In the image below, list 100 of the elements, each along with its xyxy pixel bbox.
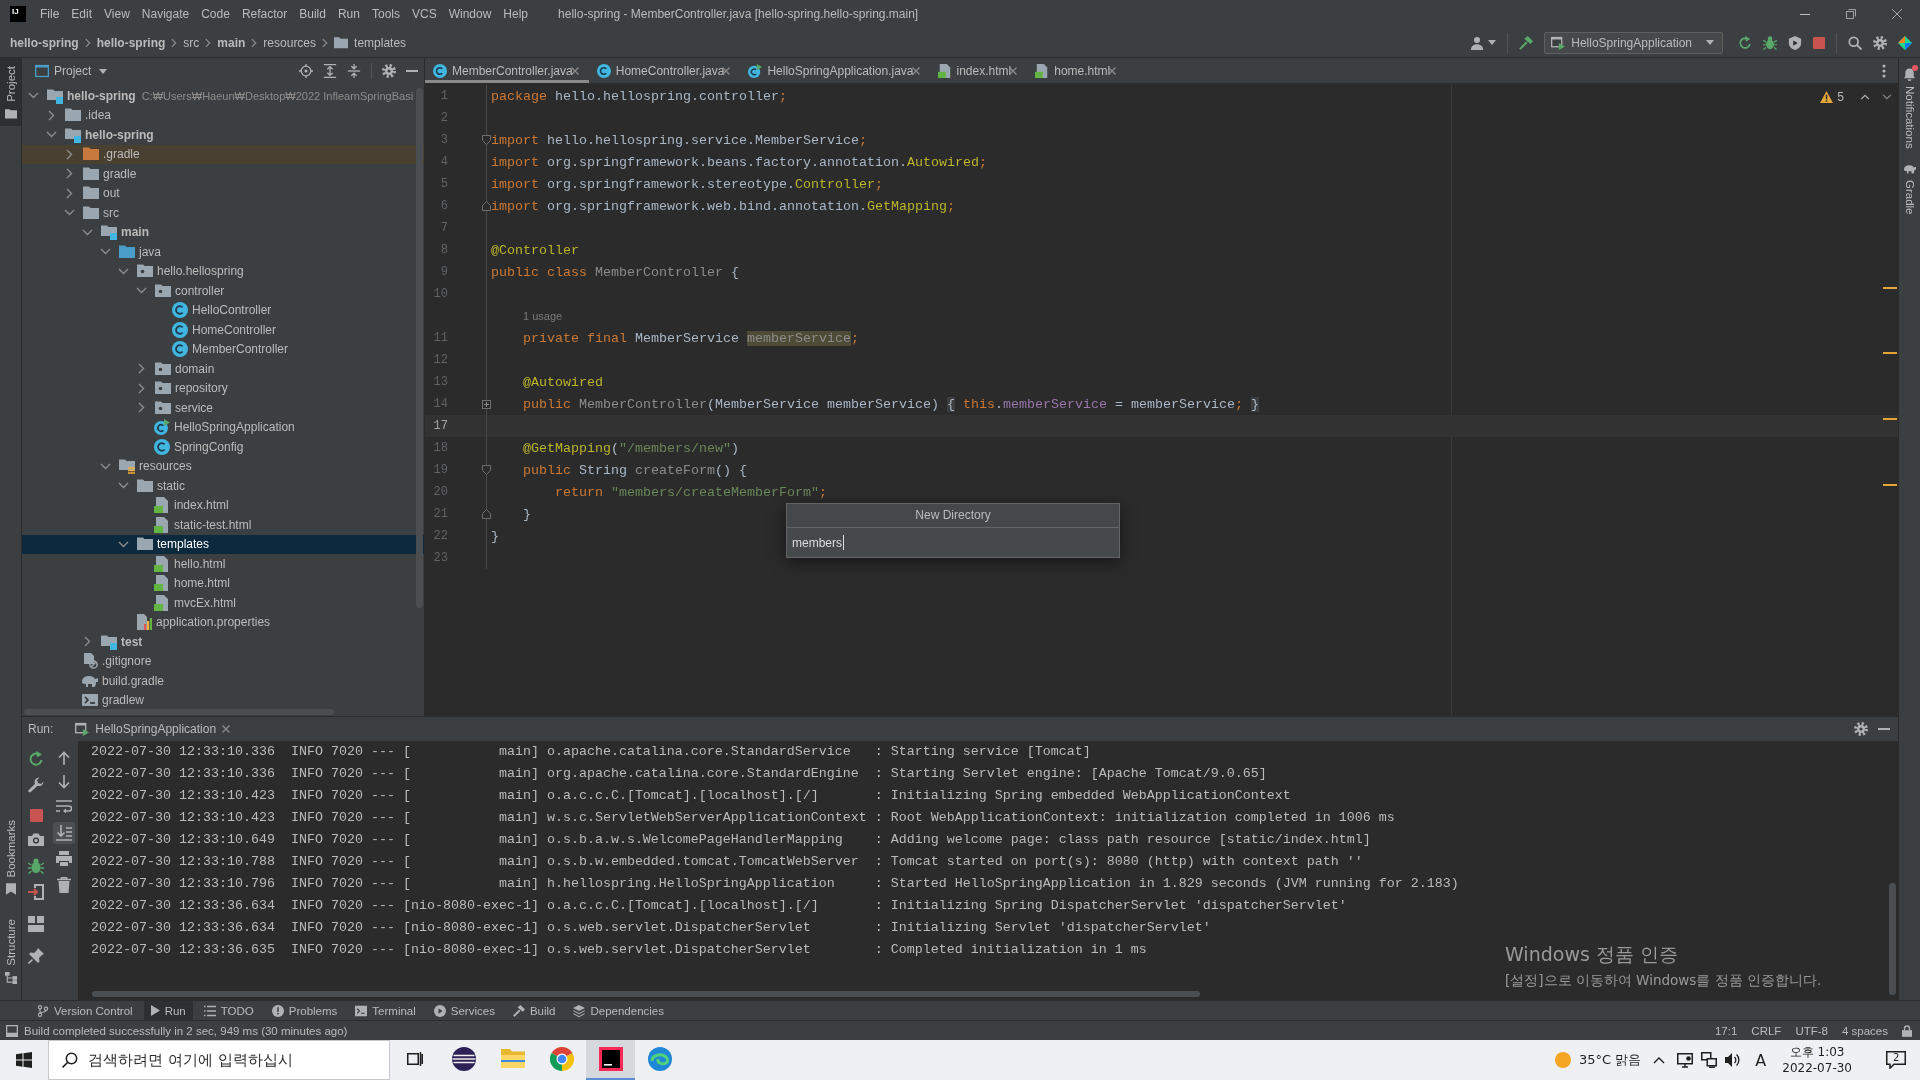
bug-icon[interactable]: [28, 858, 44, 874]
tree-item[interactable]: hello-spring C:₩Users₩Haeun₩Desktop₩2022 InflearnSpringBasi: [22, 86, 424, 106]
caret-position[interactable]: 17:1: [1714, 1024, 1738, 1037]
warning-count[interactable]: 5: [1837, 90, 1844, 104]
lock-icon[interactable]: [1902, 1024, 1912, 1037]
close-icon[interactable]: [222, 725, 231, 733]
menu-item[interactable]: Help: [497, 0, 535, 28]
shield-icon[interactable]: [1788, 35, 1802, 50]
tree-item[interactable]: hello.html: [22, 554, 424, 574]
chevron-right-icon[interactable]: [48, 109, 55, 121]
chevron-down-icon[interactable]: [118, 540, 129, 548]
fold-icon[interactable]: [482, 509, 491, 519]
settings-icon[interactable]: [1873, 35, 1887, 50]
tree-item[interactable]: build.gradle: [22, 671, 424, 691]
chevron-down-icon[interactable]: [46, 131, 57, 139]
tool-window-tab[interactable]: Run: [143, 1001, 193, 1020]
fold-icon[interactable]: [482, 135, 491, 145]
chevron-down-icon[interactable]: [118, 482, 129, 490]
stop-icon[interactable]: [29, 809, 43, 822]
panel-title[interactable]: Project: [54, 64, 92, 78]
tree-item[interactable]: application.properties: [22, 612, 424, 632]
tool-window-tab[interactable]: Dependencies: [566, 1001, 671, 1020]
close-icon[interactable]: [1009, 66, 1018, 75]
tool-window-button[interactable]: Gradle: [1903, 162, 1916, 215]
settings-icon[interactable]: [382, 64, 396, 78]
printer-icon[interactable]: [56, 851, 72, 867]
tree-item[interactable]: repository: [22, 378, 424, 398]
tree-item[interactable]: controller: [22, 281, 424, 301]
tree-item[interactable]: service: [22, 398, 424, 418]
menu-item[interactable]: View: [98, 0, 136, 28]
soft-wrap-icon[interactable]: [56, 799, 72, 815]
restore-icon[interactable]: [1846, 9, 1856, 19]
tree-item[interactable]: static-test.html: [22, 515, 424, 535]
indent-setting[interactable]: 4 spaces: [1841, 1024, 1888, 1037]
menu-item[interactable]: Code: [195, 0, 236, 28]
tree-item[interactable]: HelloSpringApplication: [22, 417, 424, 437]
tree-item[interactable]: HomeController: [22, 320, 424, 340]
wrench-icon[interactable]: [28, 777, 44, 793]
menu-item[interactable]: File: [34, 0, 66, 28]
minimize-icon[interactable]: [1800, 13, 1810, 15]
panel-icon[interactable]: [6, 1024, 18, 1037]
line-separator[interactable]: CRLF: [1751, 1024, 1782, 1037]
hammer-icon[interactable]: [1519, 35, 1534, 50]
tree-item[interactable]: SpringConfig: [22, 437, 424, 457]
editor-tab[interactable]: HelloSpringApplication.java: [740, 58, 930, 83]
settings-icon[interactable]: [1854, 722, 1868, 736]
crosshair-icon[interactable]: [299, 64, 313, 78]
weather-text[interactable]: 35°C 맑음: [1579, 1051, 1642, 1069]
exit-icon[interactable]: [28, 884, 44, 900]
breadcrumb[interactable]: hello-spring: [96, 35, 166, 50]
file-encoding[interactable]: UTF-8: [1795, 1024, 1828, 1037]
menu-item[interactable]: Edit: [65, 0, 99, 28]
tree-item[interactable]: .idea: [22, 105, 424, 125]
arrow-up-icon[interactable]: [58, 751, 70, 765]
chevron-right-icon[interactable]: [138, 363, 145, 375]
tree-item[interactable]: mvcEx.html: [22, 593, 424, 613]
tree-item[interactable]: java: [22, 242, 424, 262]
tree-item[interactable]: MemberController: [22, 339, 424, 359]
menu-item[interactable]: Build: [293, 0, 332, 28]
tree-item[interactable]: domain: [22, 359, 424, 379]
tree-item[interactable]: resources: [22, 456, 424, 476]
editor-tab[interactable]: HomeController.java: [588, 58, 741, 83]
chevron-right-icon[interactable]: [138, 382, 145, 394]
tree-item[interactable]: .gradle: [22, 144, 424, 164]
tool-window-tab[interactable]: Services: [426, 1001, 502, 1020]
tree-item[interactable]: hello-spring: [22, 125, 424, 145]
chevron-right-icon[interactable]: [66, 148, 73, 160]
chevron-right-icon[interactable]: [84, 636, 91, 648]
tool-window-tab[interactable]: Problems: [264, 1001, 345, 1020]
message-icon[interactable]: [1886, 1051, 1906, 1069]
chevron-down-icon[interactable]: [100, 248, 111, 256]
warning-icon[interactable]: [1820, 91, 1834, 103]
chevron-right-icon[interactable]: [138, 402, 145, 414]
tree-item[interactable]: gradle: [22, 164, 424, 184]
caret-down-icon[interactable]: [99, 68, 108, 74]
rerun-icon[interactable]: [1738, 35, 1752, 50]
arrow-down-icon[interactable]: [58, 775, 70, 789]
chevron-down-icon[interactable]: [100, 462, 111, 470]
scrollbar-thumb[interactable]: [92, 991, 1200, 997]
start-icon[interactable]: [16, 1052, 32, 1068]
taskbar-button[interactable]: [586, 1040, 635, 1080]
layout-icon[interactable]: [28, 916, 44, 932]
diamond-icon[interactable]: [1898, 35, 1912, 50]
user-icon[interactable]: [1470, 35, 1485, 50]
tool-window-tab[interactable]: Terminal: [348, 1001, 423, 1020]
scrollbar-thumb[interactable]: [1889, 883, 1896, 995]
tree-item[interactable]: hello.hellospring: [22, 261, 424, 281]
stop-icon[interactable]: [1813, 36, 1825, 49]
chevron-right-icon[interactable]: [66, 168, 73, 180]
menu-item[interactable]: Navigate: [135, 0, 196, 28]
autoscroll-button[interactable]: [53, 822, 75, 844]
run-config-dropdown[interactable]: HelloSpringApplication: [1544, 31, 1723, 54]
tool-window-button[interactable]: Notifications: [1903, 68, 1916, 149]
clock-time[interactable]: 오후 1:03: [1789, 1044, 1845, 1060]
tree-item[interactable]: .gitignore: [22, 651, 424, 671]
fold-icon[interactable]: [482, 201, 491, 211]
tree-item[interactable]: out: [22, 183, 424, 203]
close-icon[interactable]: [1108, 66, 1117, 75]
chevron-down-icon[interactable]: [118, 267, 129, 275]
tool-window-tab[interactable]: TODO: [196, 1001, 261, 1020]
